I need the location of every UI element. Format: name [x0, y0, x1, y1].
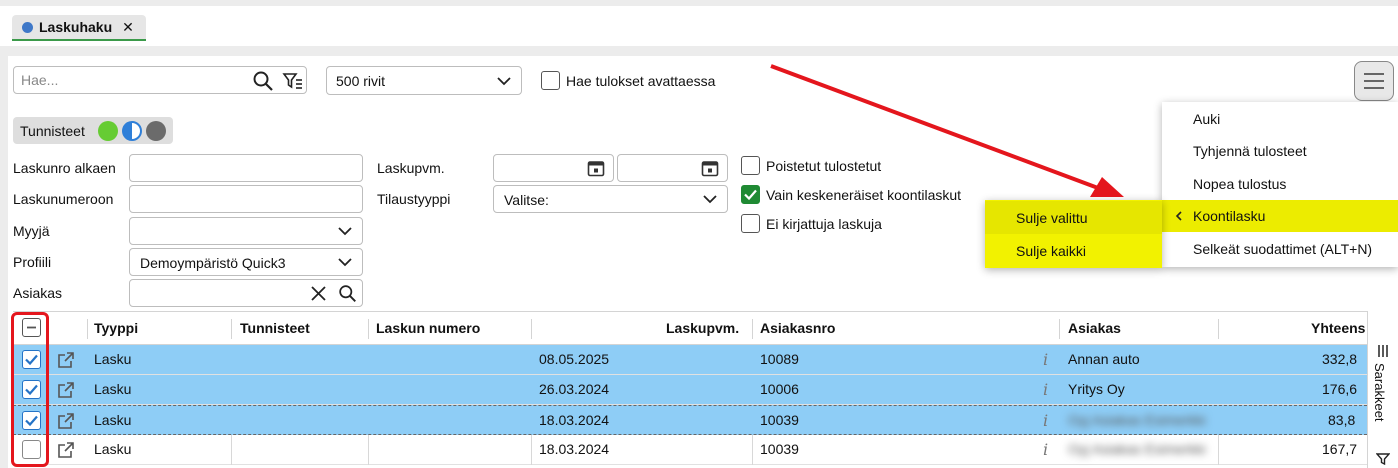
annotation-arrow: [770, 64, 1124, 197]
